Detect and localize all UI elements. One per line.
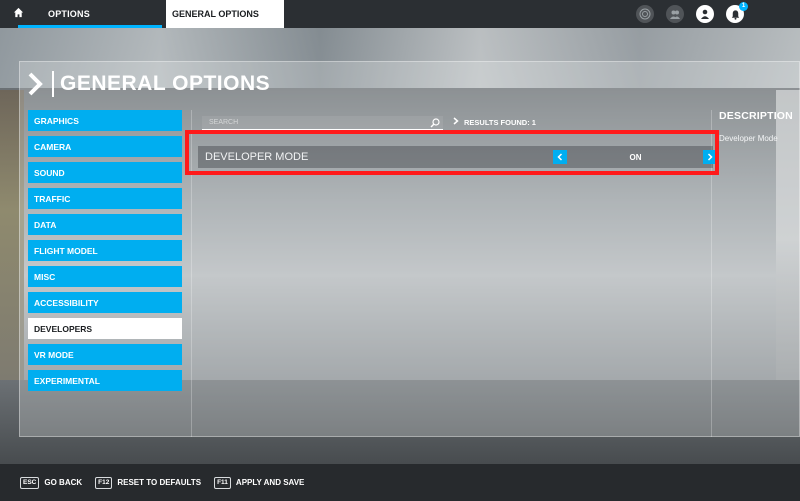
title-divider	[52, 71, 54, 97]
highlight-box	[185, 130, 719, 175]
sidebar-item-label: ACCESSIBILITY	[34, 297, 99, 308]
sidebar-item-label: MISC	[34, 271, 56, 282]
sidebar-item-misc[interactable]: MISC	[28, 266, 182, 287]
f11-key-badge: F11	[214, 476, 231, 489]
sidebar-item-data[interactable]: DATA	[28, 214, 182, 235]
sidebar-item-flight-model[interactable]: FLIGHT MODEL	[28, 240, 182, 261]
results-found: RESULTS FOUND: 1	[453, 117, 536, 127]
tab-general-options[interactable]: GENERAL OPTIONS	[166, 0, 284, 28]
home-button[interactable]	[0, 0, 36, 28]
general-options-panel: GENERAL OPTIONS GRAPHICS CAMERA SOUND TR…	[19, 61, 800, 437]
friends-icon[interactable]	[666, 5, 684, 23]
sidebar-item-label: VR MODE	[34, 349, 74, 360]
notification-count-badge: 1	[739, 2, 748, 11]
sidebar-item-label: DATA	[34, 219, 57, 230]
apply-save-label: APPLY AND SAVE	[235, 478, 305, 487]
panel-title: GENERAL OPTIONS	[28, 70, 270, 98]
apply-save-button[interactable]: F11 APPLY AND SAVE	[214, 476, 305, 489]
top-icons: 1	[636, 2, 748, 23]
sidebar-item-label: CAMERA	[34, 141, 72, 152]
go-back-label: GO BACK	[44, 478, 83, 487]
description-panel: DESCRIPTION Developer Mode	[719, 110, 800, 143]
go-back-button[interactable]: ESC GO BACK	[20, 476, 83, 489]
reset-defaults-label: RESET TO DEFAULTS	[117, 478, 202, 487]
description-text: Developer Mode	[719, 134, 778, 143]
f12-key-badge: F12	[95, 476, 113, 489]
sidebar-item-label: FLIGHT MODEL	[34, 245, 98, 256]
options-sidebar: GRAPHICS CAMERA SOUND TRAFFIC DATA FLIGH…	[28, 110, 182, 396]
bottom-bar: ESC GO BACK F12 RESET TO DEFAULTS F11 AP…	[0, 464, 800, 501]
page-title: GENERAL OPTIONS	[60, 72, 271, 95]
search-icon[interactable]	[430, 118, 440, 128]
reset-defaults-button[interactable]: F12 RESET TO DEFAULTS	[95, 476, 202, 489]
results-found-label: RESULTS FOUND: 1	[464, 117, 536, 127]
tab-general-options-label: GENERAL OPTIONS	[172, 9, 259, 19]
sidebar-item-camera[interactable]: CAMERA	[28, 136, 182, 157]
sidebar-item-developers[interactable]: DEVELOPERS	[28, 318, 182, 339]
home-icon	[13, 5, 24, 23]
notifications-icon[interactable]: 1	[726, 2, 748, 23]
search-placeholder: SEARCH	[209, 119, 239, 126]
search-input[interactable]: SEARCH	[202, 116, 443, 130]
radar-icon[interactable]	[636, 5, 654, 23]
description-title: DESCRIPTION	[719, 110, 793, 122]
tab-options-label: OPTIONS	[48, 9, 90, 19]
sidebar-item-label: DEVELOPERS	[34, 323, 93, 334]
sidebar-item-vr-mode[interactable]: VR MODE	[28, 344, 182, 365]
sidebar-item-label: GRAPHICS	[34, 115, 79, 126]
sidebar-item-traffic[interactable]: TRAFFIC	[28, 188, 182, 209]
sidebar-item-accessibility[interactable]: ACCESSIBILITY	[28, 292, 182, 313]
chevron-right-icon	[453, 117, 459, 127]
tab-options[interactable]: OPTIONS	[36, 0, 162, 28]
profile-icon[interactable]	[696, 5, 714, 23]
sidebar-item-label: EXPERIMENTAL	[34, 375, 100, 386]
top-bar: OPTIONS GENERAL OPTIONS 1	[0, 0, 800, 28]
sidebar-item-experimental[interactable]: EXPERIMENTAL	[28, 370, 182, 391]
chevron-right-icon	[28, 71, 46, 97]
sidebar-item-label: TRAFFIC	[34, 193, 71, 204]
sidebar-item-label: SOUND	[34, 167, 65, 178]
sidebar-item-sound[interactable]: SOUND	[28, 162, 182, 183]
esc-key-badge: ESC	[20, 476, 40, 489]
sidebar-item-graphics[interactable]: GRAPHICS	[28, 110, 182, 131]
